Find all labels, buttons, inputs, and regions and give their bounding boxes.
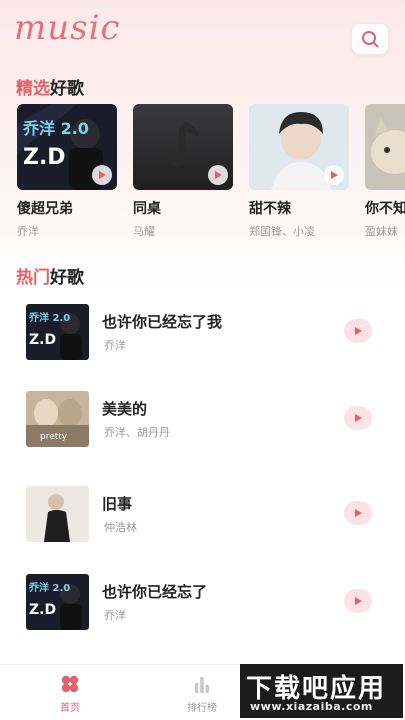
song-thumbnail: [26, 486, 89, 542]
play-button[interactable]: [344, 406, 372, 430]
featured-card[interactable]: 你不知 盈妹妹: [365, 104, 405, 239]
album-cover: [249, 104, 349, 190]
search-button[interactable]: [352, 24, 388, 54]
play-icon: [355, 327, 362, 335]
hot-section-title: 热门好歌: [16, 263, 84, 288]
featured-section-title: 精选好歌: [16, 74, 84, 99]
song-artist: 仲浩林: [104, 521, 137, 534]
card-title: 同桌: [133, 201, 161, 217]
play-button[interactable]: [344, 319, 372, 343]
card-title: 你不知: [365, 201, 405, 217]
card-artist: 盈妹妹: [365, 225, 398, 238]
play-icon: [331, 171, 338, 179]
play-button[interactable]: [344, 589, 372, 613]
song-thumbnail: 乔洋 2.0 Z.D: [26, 304, 89, 360]
song-title: 也许你已经忘了我: [102, 313, 223, 331]
play-icon: [355, 597, 362, 605]
song-title: 也许你已经忘了: [102, 583, 208, 601]
song-artist: 乔洋、胡丹丹: [104, 426, 170, 439]
app-logo: music: [14, 8, 121, 48]
featured-card[interactable]: 同桌 马耀: [133, 104, 233, 239]
bar-chart-icon: [195, 677, 209, 693]
play-icon: [355, 414, 362, 422]
watermark-badge: 下载吧应用 www.xiazaiba.com: [240, 664, 403, 718]
play-badge[interactable]: [208, 165, 228, 185]
album-cover: [133, 104, 233, 190]
song-artist: 乔洋: [104, 339, 126, 352]
watermark-url: www.xiazaiba.com: [250, 700, 373, 713]
song-row[interactable]: pretty 美美的 乔洋、胡丹丹: [26, 391, 386, 447]
play-button[interactable]: [344, 501, 372, 525]
tab-rankings[interactable]: 排行榜: [162, 673, 242, 714]
hot-title-accent: 热门: [16, 268, 50, 288]
featured-card[interactable]: 乔洋 2.0 Z.D 傻超兄弟 乔洋: [17, 104, 117, 239]
song-thumbnail: 乔洋 2.0 Z.D: [26, 574, 89, 630]
play-badge[interactable]: [324, 165, 344, 185]
featured-title-rest: 好歌: [50, 79, 84, 99]
cover-text: pretty: [40, 432, 68, 442]
card-artist: 马耀: [133, 225, 155, 238]
play-badge[interactable]: [92, 165, 112, 185]
tab-home[interactable]: 首页: [30, 673, 110, 714]
svg-text:Z.D: Z.D: [29, 602, 56, 618]
song-row[interactable]: 旧事 仲浩林: [26, 486, 386, 542]
song-row[interactable]: 乔洋 2.0 Z.D 也许你已经忘了我 乔洋: [26, 304, 386, 360]
thumb-art-text: 乔洋 2.0: [28, 311, 70, 324]
cover-art-text: 乔洋 2.0: [22, 119, 89, 138]
card-artist: 郑国锋、小凌: [249, 225, 315, 238]
album-cover: 乔洋 2.0 Z.D: [17, 104, 117, 190]
card-title: 甜不辣: [249, 201, 291, 217]
thumb-art-text: 乔洋 2.0: [28, 581, 70, 594]
card-artist: 乔洋: [17, 225, 39, 238]
tab-rankings-label: 排行榜: [187, 703, 217, 714]
song-row[interactable]: 乔洋 2.0 Z.D 也许你已经忘了 乔洋: [26, 574, 386, 630]
song-title: 旧事: [102, 495, 133, 513]
card-title: 傻超兄弟: [17, 201, 73, 217]
play-icon: [215, 171, 222, 179]
svg-text:Z.D: Z.D: [29, 332, 56, 348]
album-cover: [365, 104, 405, 190]
song-title: 美美的: [102, 400, 148, 418]
search-icon: [362, 31, 379, 48]
featured-carousel[interactable]: 乔洋 2.0 Z.D 傻超兄弟 乔洋 同桌 马耀 甜不辣 郑国锋、小凌 你不知 …: [17, 104, 405, 244]
featured-card[interactable]: 甜不辣 郑国锋、小凌: [249, 104, 349, 239]
svg-text:Z.D: Z.D: [23, 145, 66, 170]
play-icon: [99, 171, 106, 179]
play-icon: [355, 509, 362, 517]
tab-home-label: 首页: [60, 703, 80, 714]
hot-title-rest: 好歌: [50, 268, 84, 288]
home-grid-icon: [61, 675, 79, 693]
featured-title-accent: 精选: [16, 79, 50, 99]
song-thumbnail: pretty: [26, 391, 89, 447]
song-artist: 乔洋: [104, 609, 126, 622]
